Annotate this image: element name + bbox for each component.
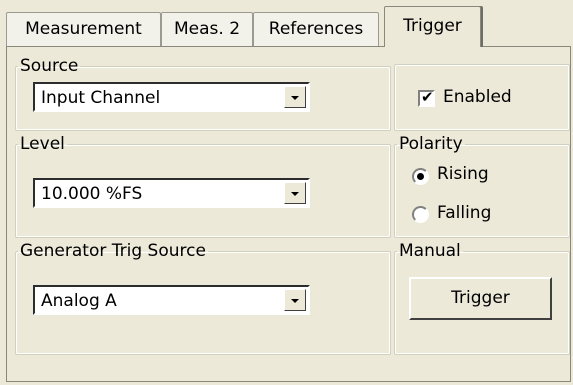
polarity-rising-radio[interactable] xyxy=(412,168,429,185)
level-legend: Level xyxy=(20,134,65,154)
chevron-down-icon xyxy=(291,299,299,303)
tab-meas-2[interactable]: Meas. 2 xyxy=(161,12,253,46)
manual-trigger-button[interactable]: Trigger xyxy=(409,277,552,320)
chevron-down-icon xyxy=(291,192,299,196)
generator-trig-source-legend: Generator Trig Source xyxy=(20,241,206,261)
source-dropdown-button[interactable] xyxy=(284,86,306,108)
enabled-label: Enabled xyxy=(443,87,512,107)
radio-selected-dot-icon xyxy=(417,173,424,180)
manual-legend: Manual xyxy=(399,241,461,261)
generator-dropdown-button[interactable] xyxy=(284,289,306,311)
chevron-down-icon xyxy=(291,96,299,100)
tab-bar: Measurement Meas. 2 References Trigger xyxy=(0,0,573,47)
trigger-panel: Source Input Channel ✔ Enabled Level 10.… xyxy=(6,46,571,382)
tab-measurement[interactable]: Measurement xyxy=(6,12,161,46)
tab-references[interactable]: References xyxy=(253,12,379,46)
level-select-value: 10.000 %FS xyxy=(41,184,143,204)
level-select[interactable]: 10.000 %FS xyxy=(33,178,310,208)
polarity-legend: Polarity xyxy=(399,134,463,154)
tab-trigger[interactable]: Trigger xyxy=(384,6,481,47)
generator-trig-source-value: Analog A xyxy=(41,291,117,311)
level-dropdown-button[interactable] xyxy=(284,182,306,204)
source-select[interactable]: Input Channel xyxy=(33,82,310,112)
polarity-rising-label: Rising xyxy=(437,164,489,184)
source-select-value: Input Channel xyxy=(41,88,161,108)
checkmark-icon: ✔ xyxy=(421,88,434,106)
source-legend: Source xyxy=(20,56,79,76)
enabled-checkbox[interactable]: ✔ xyxy=(418,88,435,107)
polarity-falling-label: Falling xyxy=(437,203,492,223)
polarity-falling-radio[interactable] xyxy=(412,206,429,223)
generator-trig-source-select[interactable]: Analog A xyxy=(33,285,310,315)
